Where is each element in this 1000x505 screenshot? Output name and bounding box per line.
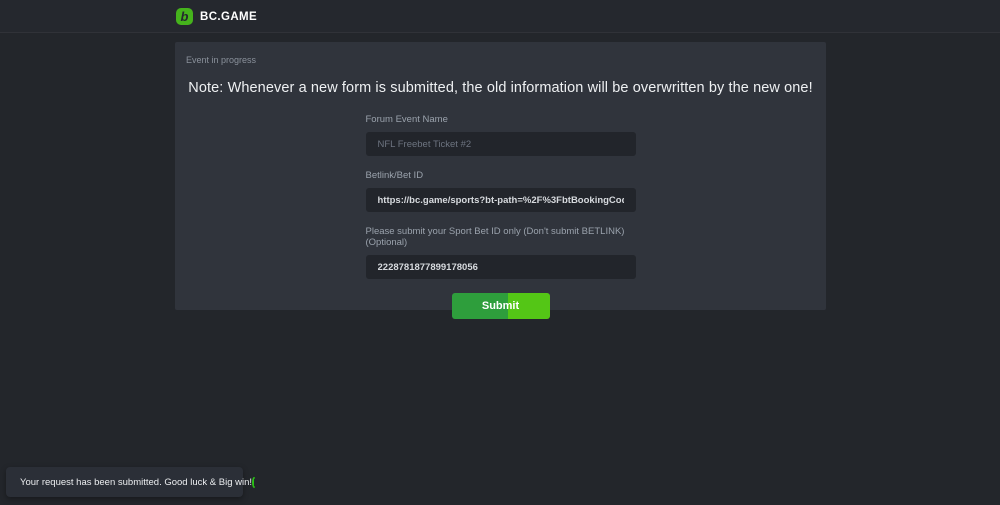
forum-event-name-input[interactable] xyxy=(366,132,636,156)
toast-message: Your request has been submitted. Good lu… xyxy=(20,477,252,488)
field-sport-bet-id: Please submit your Sport Bet ID only (Do… xyxy=(366,226,636,279)
betlink-input[interactable] xyxy=(366,188,636,212)
event-form-panel: Event in progress Note: Whenever a new f… xyxy=(175,42,826,310)
loading-spinner-icon xyxy=(252,477,256,488)
event-form: Forum Event Name Betlink/Bet ID Please s… xyxy=(366,114,636,319)
field-forum-event-name: Forum Event Name xyxy=(366,114,636,156)
forum-event-name-label: Forum Event Name xyxy=(366,114,636,125)
success-toast: Your request has been submitted. Good lu… xyxy=(6,467,243,497)
brand-name: BC.GAME xyxy=(200,11,257,23)
field-betlink: Betlink/Bet ID xyxy=(366,170,636,212)
betlink-label: Betlink/Bet ID xyxy=(366,170,636,181)
sport-bet-id-label: Please submit your Sport Bet ID only (Do… xyxy=(366,226,636,248)
top-header: b BC.GAME xyxy=(0,0,1000,33)
event-status-label: Event in progress xyxy=(186,55,826,65)
overwrite-note: Note: Whenever a new form is submitted, … xyxy=(175,80,826,96)
sport-bet-id-input[interactable] xyxy=(366,255,636,279)
brand-link[interactable]: b BC.GAME xyxy=(176,0,257,33)
bcgame-logo-icon: b xyxy=(176,8,193,25)
submit-button[interactable]: Submit xyxy=(452,293,550,319)
